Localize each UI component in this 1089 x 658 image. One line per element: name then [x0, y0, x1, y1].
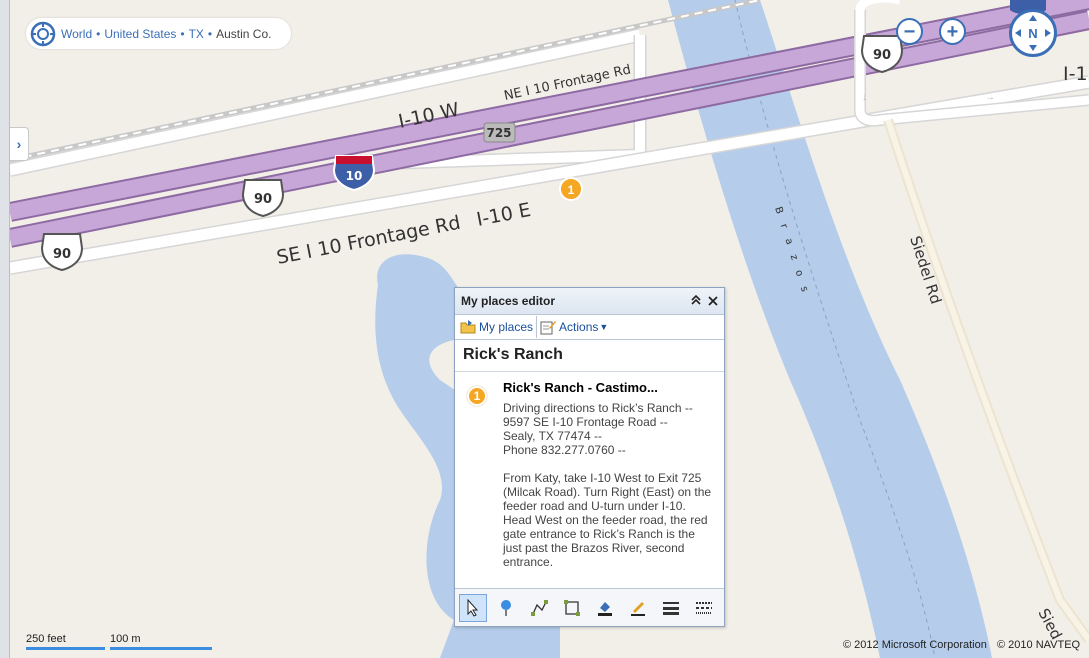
panel-header: My places editor	[455, 288, 724, 315]
scale-meters-bar	[110, 647, 212, 650]
edit-icon	[631, 601, 645, 616]
expand-sidebar-button[interactable]: ›	[10, 127, 29, 161]
us90-number: 90	[254, 192, 272, 207]
place-description: Driving directions to Rick’s Ranch -- 95…	[503, 401, 712, 569]
place-title[interactable]: Rick's Ranch - Castimo...	[503, 380, 716, 395]
line-style-icon	[696, 601, 712, 614]
folder-icon	[460, 320, 476, 334]
select-icon	[467, 598, 479, 617]
pushpin-number: 1	[568, 183, 575, 197]
my-places-button[interactable]: My places	[457, 316, 538, 338]
label-i10-right: I-1	[1063, 63, 1088, 85]
draw-shape-button[interactable]	[558, 594, 586, 622]
compass-control[interactable]: N	[1009, 9, 1057, 57]
left-pane-edge	[0, 0, 10, 658]
place-number-badge: 1	[467, 386, 487, 406]
line-style-button[interactable]	[690, 594, 718, 622]
us90-number: 90	[53, 247, 71, 262]
exit-number: 725	[486, 126, 511, 140]
polyline-icon	[531, 599, 548, 616]
scale-meters: 100 m	[110, 633, 212, 650]
scale-feet: 250 feet	[26, 633, 105, 650]
collection-title[interactable]: Rick's Ranch	[455, 340, 724, 372]
arrow-down-icon: ↓	[862, 92, 867, 103]
actions-button[interactable]: Actions ▼	[537, 316, 611, 338]
collapse-icon[interactable]	[690, 294, 702, 309]
line-weight-icon	[663, 601, 679, 615]
place-entry[interactable]: 1 Rick's Ranch - Castimo... Driving dire…	[455, 372, 724, 586]
scale-feet-bar	[26, 647, 105, 650]
scale-feet-label: 250 feet	[26, 633, 66, 645]
breadcrumb-separator: •	[180, 26, 185, 41]
line-weight-button[interactable]	[657, 594, 685, 622]
drawing-tools	[455, 588, 724, 626]
locate-icon[interactable]	[30, 21, 56, 47]
compass-north-label: N	[1028, 26, 1037, 41]
interstate-number: 10	[346, 169, 363, 183]
breadcrumb-world[interactable]: World	[61, 27, 92, 41]
actions-label: Actions	[559, 320, 599, 334]
scale-meters-label: 100 m	[110, 633, 141, 645]
pushpin-icon	[501, 599, 511, 616]
polygon-icon	[564, 599, 580, 616]
actions-icon	[540, 321, 557, 335]
copyright-microsoft: © 2012 Microsoft Corporation	[843, 639, 987, 651]
breadcrumb-separator: •	[96, 26, 101, 41]
select-tool-button[interactable]	[459, 593, 487, 622]
zoom-in-button[interactable]: +	[939, 18, 966, 45]
close-icon[interactable]	[708, 294, 718, 309]
line-color-button[interactable]	[624, 594, 652, 622]
exit-725-marker: 725	[483, 122, 516, 143]
breadcrumb-united-states[interactable]: United States	[104, 27, 176, 41]
breadcrumb-separator: •	[207, 26, 213, 41]
fill-color-button[interactable]	[591, 594, 619, 622]
draw-line-button[interactable]	[525, 594, 553, 622]
panel-title: My places editor	[461, 294, 556, 308]
my-places-editor-panel: My places editor My places Actions ▼ Ric…	[454, 287, 725, 627]
fill-icon	[598, 601, 612, 616]
panel-toolbar: My places Actions ▼	[455, 315, 724, 340]
zoom-out-button[interactable]: −	[896, 18, 923, 45]
chevron-down-icon: ▼	[599, 322, 609, 332]
my-places-label: My places	[479, 320, 534, 334]
breadcrumb-tx[interactable]: TX	[189, 27, 204, 41]
add-pushpin-button[interactable]	[492, 594, 520, 622]
arrow-right-icon: →	[985, 92, 995, 103]
us90-number: 90	[873, 48, 891, 63]
breadcrumb: World • United States • TX • Austin Co.	[26, 18, 291, 49]
pushpin-marker[interactable]: 1	[559, 177, 583, 201]
breadcrumb-austin-co: Austin Co.	[216, 26, 272, 41]
copyright-navteq: © 2010 NAVTEQ	[997, 639, 1081, 651]
compass-arrows-icon: N	[1015, 15, 1051, 51]
